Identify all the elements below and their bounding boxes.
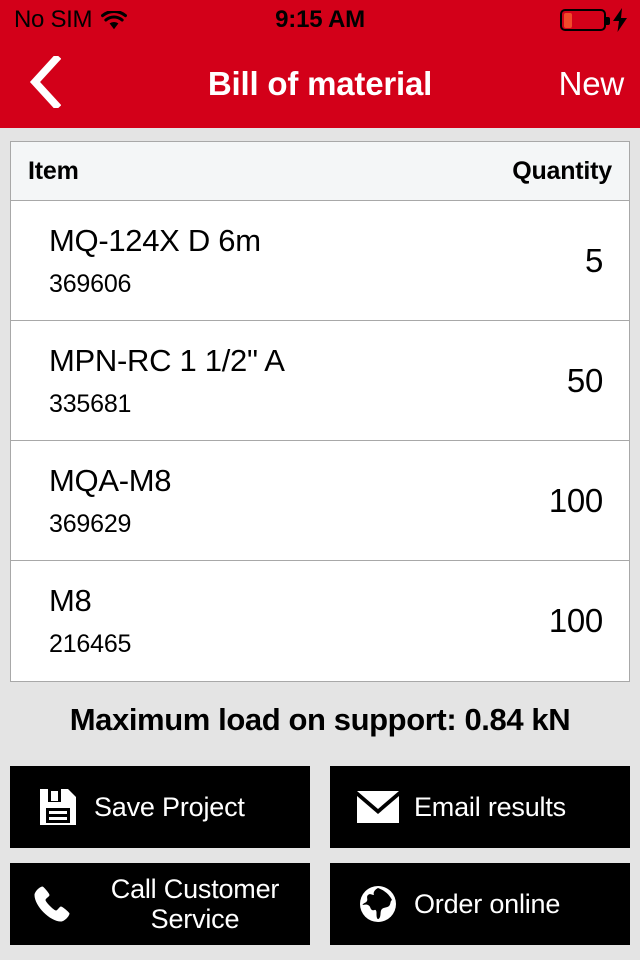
save-project-button[interactable]: Save Project [10,766,310,848]
status-bar-center: 9:15 AM [0,0,640,40]
navigation-bar: Bill of material New [0,40,640,128]
new-button[interactable]: New [559,40,625,128]
item-quantity: 100 [548,602,603,639]
bill-of-material-table: Item Quantity MQ-124X D 6m 369606 5 MPN-… [10,141,630,682]
item-quantity: 5 [584,241,603,279]
phone-icon [30,884,74,924]
call-customer-service-label: Call Customer Service [110,873,280,934]
call-customer-service-button[interactable]: Call Customer Service [10,863,310,945]
item-quantity: 100 [548,481,603,519]
floppy-disk-icon [36,788,80,826]
item-cell: MQA-M8 369629 [11,465,483,537]
lightning-bolt-icon [610,8,628,32]
status-bar: No SIM 9:15 AM [0,0,640,40]
save-project-label: Save Project [94,791,245,822]
battery-fill [563,12,572,28]
table-row[interactable]: M8 216465 100 [11,561,629,681]
order-online-label: Order online [414,888,561,919]
item-cell: M8 216465 [11,585,483,657]
item-quantity: 50 [566,361,603,399]
app-screen: No SIM 9:15 AM Bill of material New Item… [0,0,640,960]
maximum-load-summary: Maximum load on support: 0.84 kN [69,702,571,737]
item-name: MQ-124X D 6m [49,222,261,258]
page-title: Bill of material [207,65,433,102]
table-row[interactable]: MQA-M8 369629 100 [11,441,629,561]
item-cell: MPN-RC 1 1/2" A 335681 [11,345,483,417]
chevron-left-icon [29,53,62,113]
status-bar-right [560,0,628,40]
back-button[interactable] [10,40,80,128]
envelope-icon [356,791,400,823]
item-code: 335681 [49,389,132,418]
battery-icon [560,9,610,31]
clock-label: 9:15 AM [275,6,365,33]
column-header-quantity: Quantity [512,156,612,185]
item-code: 216465 [49,630,132,658]
item-name: MQA-M8 [49,462,172,498]
item-code: 369629 [49,509,132,538]
table-row[interactable]: MQ-124X D 6m 369606 5 [11,201,629,321]
email-results-label: Email results [414,791,566,822]
action-button-grid: Save Project Email results Call Customer… [10,766,630,945]
order-online-button[interactable]: Order online [330,863,630,945]
item-name: M8 [49,583,92,618]
item-name: MPN-RC 1 1/2" A [49,342,285,378]
item-cell: MQ-124X D 6m 369606 [11,225,483,297]
item-code: 369606 [49,269,132,298]
globe-icon [356,884,400,924]
column-header-item: Item [28,156,79,185]
table-header-row: Item Quantity [11,142,629,201]
email-results-button[interactable]: Email results [330,766,630,848]
table-row[interactable]: MPN-RC 1 1/2" A 335681 50 [11,321,629,441]
